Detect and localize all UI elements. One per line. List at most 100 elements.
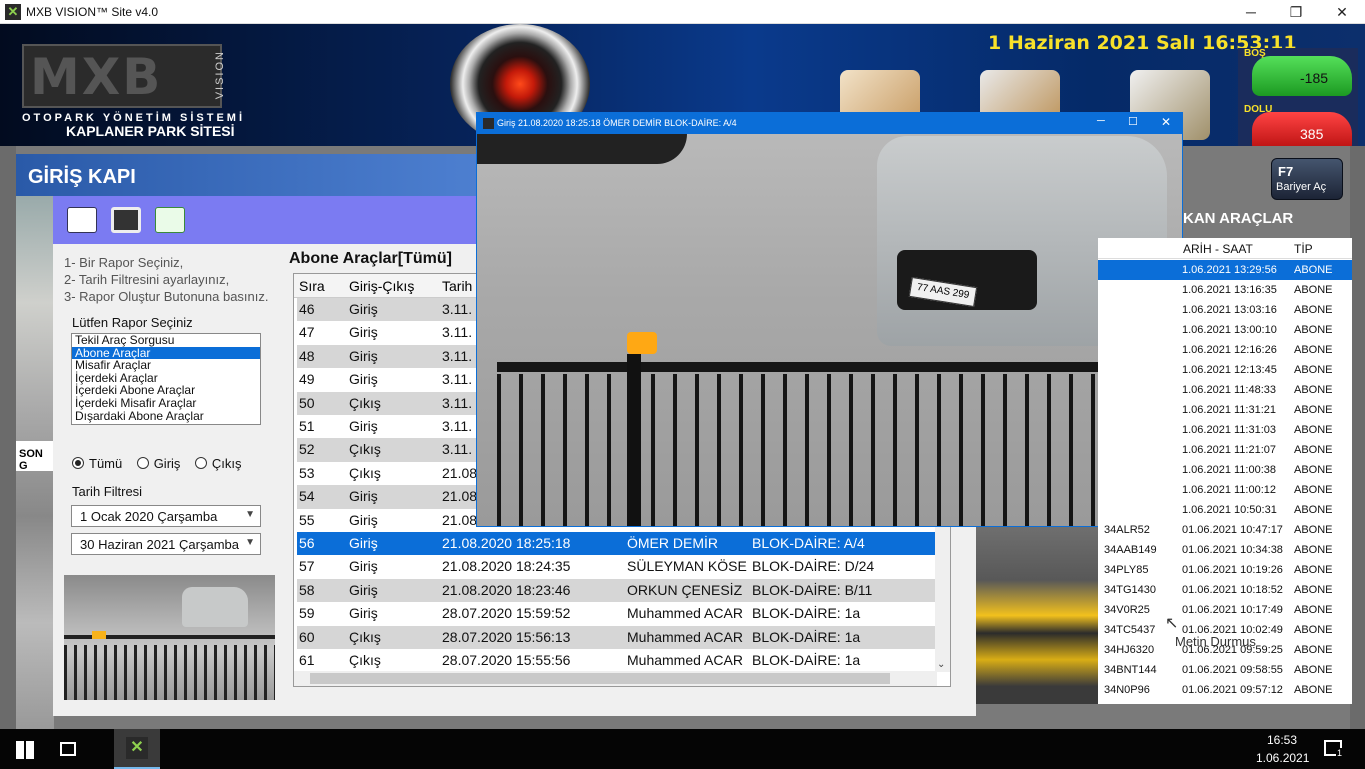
table-row[interactable]: 34AAB149 01.06.2021 10:34:38 ABONE bbox=[1098, 540, 1352, 560]
table-row[interactable]: 34TG1430 01.06.2021 10:18:52 ABONE bbox=[1098, 580, 1352, 600]
report-option[interactable]: İçerdeki Misafir Araçlar bbox=[72, 397, 260, 410]
cell-plate: 34ALR52 bbox=[1104, 524, 1150, 536]
table-row[interactable]: 61 Çıkış 28.07.2020 15:55:56 Muhammed ACAR B… bbox=[297, 649, 937, 672]
column-header[interactable]: Sıra bbox=[299, 278, 325, 294]
grid-title: Abone Araçlar[Tümü] bbox=[289, 250, 452, 267]
radio-out[interactable]: Çıkış bbox=[194, 456, 241, 471]
cell-date: 21.08.2020 18:25:18 bbox=[442, 535, 571, 551]
snapshot-thumbnail[interactable] bbox=[64, 575, 275, 700]
cell-no: 51 bbox=[299, 418, 315, 434]
task-view-icon[interactable] bbox=[60, 742, 76, 756]
cell-plate: 34PLY85 bbox=[1104, 564, 1149, 576]
cell-time: 01.06.2021 10:19:26 bbox=[1182, 564, 1283, 576]
maximize-button[interactable]: ❐ bbox=[1273, 0, 1319, 24]
table-row[interactable]: 34PLY85 01.06.2021 10:19:26 ABONE bbox=[1098, 560, 1352, 580]
cell-time: 01.06.2021 10:34:38 bbox=[1182, 544, 1283, 556]
table-row[interactable]: 1.06.2021 11:31:03 ABONE bbox=[1098, 420, 1352, 440]
cell-time: 1.06.2021 13:29:56 bbox=[1182, 264, 1277, 276]
app-taskbar-icon[interactable]: ✕ bbox=[114, 729, 160, 769]
cell-dir: Giriş bbox=[349, 535, 378, 551]
chevron-down-icon: ▼ bbox=[245, 537, 255, 548]
table-row[interactable]: 1.06.2021 11:21:07 ABONE bbox=[1098, 440, 1352, 460]
horizontal-scrollbar[interactable] bbox=[294, 671, 937, 686]
export-icon[interactable] bbox=[155, 207, 185, 233]
table-row[interactable]: 60 Çıkış 28.07.2020 15:56:13 Muhammed ACAR B… bbox=[297, 625, 937, 649]
print-icon[interactable] bbox=[111, 207, 141, 233]
table-row[interactable]: 1.06.2021 13:03:16 ABONE bbox=[1098, 300, 1352, 320]
table-row[interactable]: 1.06.2021 11:31:21 ABONE bbox=[1098, 400, 1352, 420]
report-option[interactable]: Tekil Araç Sorgusu bbox=[72, 334, 260, 347]
cell-type: ABONE bbox=[1294, 324, 1333, 336]
notification-icon[interactable]: 1 bbox=[1324, 740, 1344, 758]
report-option[interactable]: Dışardaki Abone Araçlar bbox=[72, 409, 260, 423]
table-row[interactable]: 1.06.2021 13:29:56 ABONE bbox=[1098, 260, 1352, 280]
table-row[interactable]: 34ALR52 01.06.2021 10:47:17 ABONE bbox=[1098, 520, 1352, 540]
gate-title: GİRİŞ KAPI bbox=[28, 166, 136, 188]
table-row[interactable]: 1.06.2021 11:00:12 ABONE bbox=[1098, 480, 1352, 500]
report-option[interactable]: Misafir Araçlar bbox=[72, 359, 260, 372]
cell-type: ABONE bbox=[1294, 584, 1333, 596]
table-row[interactable]: 57 Giriş 21.08.2020 18:24:35 SÜLEYMAN KÖSE B… bbox=[297, 555, 937, 578]
table-row[interactable]: 34V0R25 01.06.2021 10:17:49 ABONE bbox=[1098, 600, 1352, 620]
table-row[interactable]: 34BNT144 01.06.2021 09:58:55 ABONE bbox=[1098, 660, 1352, 680]
column-header[interactable]: ARİH - SAAT bbox=[1183, 242, 1253, 256]
table-row[interactable]: 56 Giriş 21.08.2020 18:25:18 ÖMER DEMİR BLOK… bbox=[297, 532, 937, 556]
start-button[interactable] bbox=[16, 741, 34, 759]
report-listbox[interactable]: Tekil Araç Sorgusu Abone Araçlar Misafir… bbox=[71, 333, 261, 425]
barrier-open-button[interactable]: F7 Bariyer Aç bbox=[1271, 158, 1343, 200]
camera-maximize-button[interactable]: ☐ bbox=[1128, 115, 1138, 128]
empty-count: -185 bbox=[1300, 70, 1329, 86]
report-select-label: Lütfen Rapor Seçiniz bbox=[72, 315, 193, 330]
empty-label: BOŞ bbox=[1244, 48, 1266, 59]
taskbar-clock-time[interactable]: 16:53 bbox=[1267, 733, 1297, 747]
cell-date: 3.11. bbox=[442, 347, 473, 364]
cell-time: 1.06.2021 11:48:33 bbox=[1182, 384, 1276, 396]
cell-flat: BLOK-DAİRE: D/24 bbox=[752, 558, 875, 575]
cell-type: ABONE bbox=[1294, 264, 1333, 276]
logo-letters: MXB bbox=[30, 48, 163, 106]
camera-minimize-button[interactable]: ─ bbox=[1097, 115, 1105, 127]
chevron-down-icon: ▼ bbox=[245, 509, 255, 520]
table-row[interactable]: 1.06.2021 13:00:10 ABONE bbox=[1098, 320, 1352, 340]
cell-time: 1.06.2021 11:31:03 bbox=[1182, 424, 1276, 436]
table-row[interactable]: 1.06.2021 11:00:38 ABONE bbox=[1098, 460, 1352, 480]
radio-all[interactable]: Tümü bbox=[72, 456, 122, 471]
app-icon: ✕ bbox=[5, 4, 21, 20]
column-header[interactable]: Tarih bbox=[442, 278, 472, 294]
site-name: KAPLANER PARK SİTESİ bbox=[66, 123, 235, 139]
minimize-button[interactable]: ─ bbox=[1228, 0, 1274, 24]
table-row[interactable]: 1.06.2021 10:50:31 ABONE bbox=[1098, 500, 1352, 520]
cell-time: 1.06.2021 11:31:21 bbox=[1182, 404, 1276, 416]
cell-dir: Giriş bbox=[349, 581, 378, 598]
table-row[interactable]: 1.06.2021 13:16:35 ABONE bbox=[1098, 280, 1352, 300]
full-count: 385 bbox=[1300, 126, 1324, 142]
table-row[interactable]: 59 Giriş 28.07.2020 15:59:52 Muhammed ACAR B… bbox=[297, 602, 937, 625]
cell-plate: 34TC5437 bbox=[1104, 624, 1156, 636]
table-row[interactable]: 34N0P96 01.06.2021 09:57:12 ABONE bbox=[1098, 680, 1352, 700]
taskbar-clock-date[interactable]: 1.06.2021 bbox=[1256, 751, 1309, 765]
table-row[interactable]: 1.06.2021 12:16:26 ABONE bbox=[1098, 340, 1352, 360]
table-row[interactable]: 1.06.2021 11:48:33 ABONE bbox=[1098, 380, 1352, 400]
instructions: 1- Bir Rapor Seçiniz, 2- Tarih Filtresin… bbox=[64, 254, 269, 305]
date-to-select[interactable]: 30 Haziran 2021 Çarşamba ▼ bbox=[71, 533, 261, 555]
camera-window-title: Giriş 21.08.2020 18:25:18 ÖMER DEMİR BLO… bbox=[497, 118, 737, 128]
table-row[interactable]: 1.06.2021 12:13:45 ABONE bbox=[1098, 360, 1352, 380]
cell-dir: Giriş bbox=[349, 605, 378, 622]
table-icon[interactable] bbox=[67, 207, 97, 233]
column-header[interactable]: TİP bbox=[1294, 242, 1313, 256]
date-from-select[interactable]: 1 Ocak 2020 Çarşamba ▼ bbox=[71, 505, 261, 527]
full-car-icon: DOLU 385 bbox=[1244, 104, 1352, 146]
table-row[interactable]: 58 Giriş 21.08.2020 18:23:46 ORKUN ÇENESİZ B… bbox=[297, 578, 937, 603]
cell-no: 61 bbox=[299, 652, 315, 668]
radio-in[interactable]: Giriş bbox=[136, 456, 180, 471]
cell-type: ABONE bbox=[1294, 644, 1333, 656]
cell-type: ABONE bbox=[1294, 604, 1333, 616]
cell-dir: Çıkış bbox=[349, 441, 381, 458]
column-header[interactable]: Giriş-Çıkış bbox=[349, 278, 414, 294]
cell-time: 01.06.2021 10:18:52 bbox=[1182, 584, 1283, 596]
cell-date: 21.08 bbox=[442, 511, 478, 528]
close-button[interactable]: ✕ bbox=[1319, 0, 1365, 24]
camera-close-button[interactable]: ✕ bbox=[1161, 115, 1171, 129]
cell-time: 1.06.2021 12:16:26 bbox=[1182, 344, 1277, 356]
cell-type: ABONE bbox=[1294, 404, 1333, 416]
